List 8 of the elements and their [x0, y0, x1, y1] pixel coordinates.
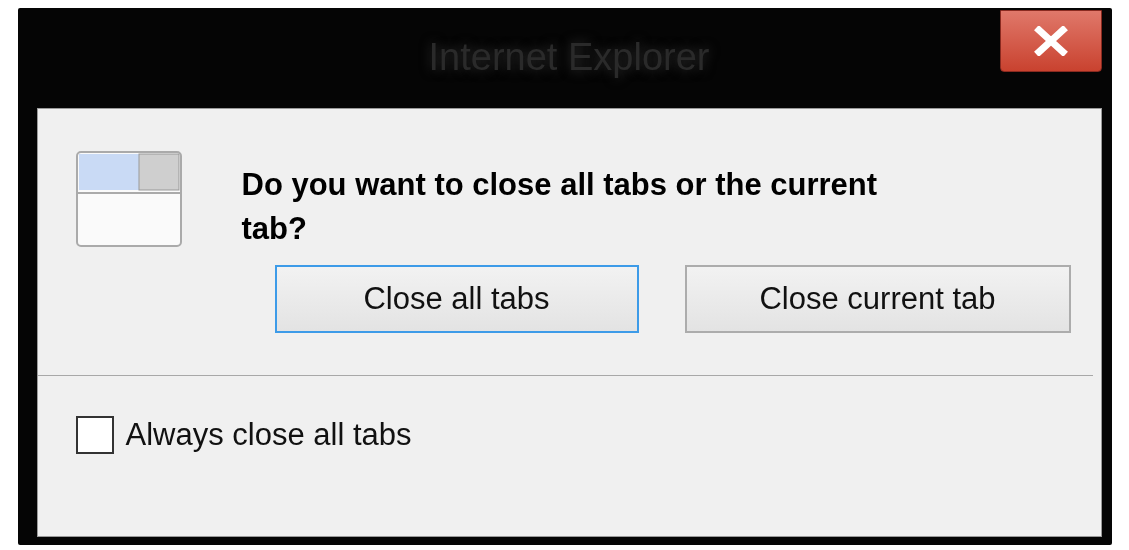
dialog-button[interactable]: Close all tabs — [274, 265, 639, 333]
browser-window-icon — [75, 151, 182, 247]
close-icon — [1033, 26, 1068, 56]
checkbox-label: Always close all tabs — [125, 417, 412, 453]
dialog-message: Do you want to close all tabs or the current tab? — [241, 166, 879, 248]
dialog-button[interactable]: Close current tab — [684, 265, 1071, 333]
checkbox[interactable] — [75, 416, 114, 454]
close-button[interactable] — [999, 10, 1102, 72]
